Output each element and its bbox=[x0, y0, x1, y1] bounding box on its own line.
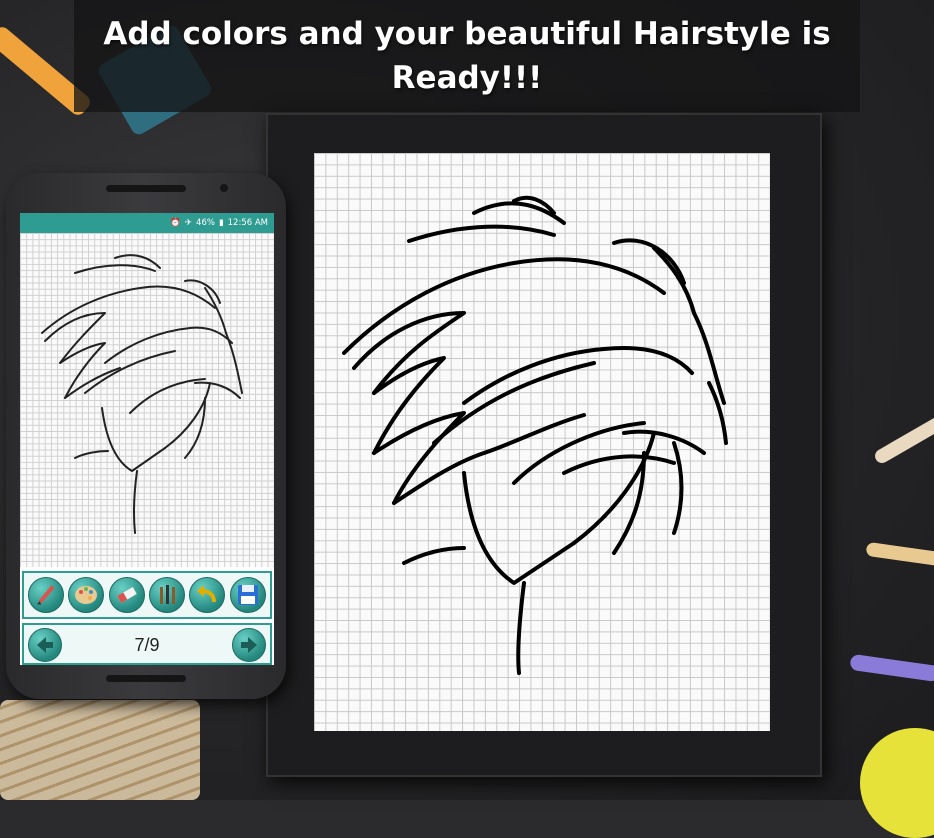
drawing-toolbar bbox=[22, 571, 272, 619]
status-time: 12:56 AM bbox=[227, 218, 268, 228]
hairstyle-drawing-small bbox=[41, 254, 243, 534]
palette-tool-button[interactable] bbox=[68, 577, 105, 613]
palette-icon bbox=[75, 586, 98, 604]
save-icon bbox=[237, 585, 258, 605]
phone-camera bbox=[220, 184, 228, 192]
decor-pencils-bottom bbox=[0, 700, 200, 800]
promo-header: Add colors and your beautiful Hairstyle … bbox=[74, 0, 860, 112]
pencil-icon bbox=[37, 585, 55, 605]
phone-screen: ⏰ ✈ 46% ▮ 12:56 AM 7/9 bbox=[20, 213, 274, 665]
save-tool-button[interactable] bbox=[229, 577, 266, 613]
status-bar: ⏰ ✈ 46% ▮ 12:56 AM bbox=[20, 213, 274, 233]
next-page-button[interactable] bbox=[232, 628, 266, 662]
undo-tool-button[interactable] bbox=[189, 577, 226, 613]
page-counter: 7/9 bbox=[134, 635, 160, 655]
eraser-tool-button[interactable] bbox=[108, 577, 145, 613]
previous-page-button[interactable] bbox=[28, 628, 62, 662]
brushes-tool-button[interactable] bbox=[149, 577, 186, 613]
alarm-icon: ⏰ bbox=[170, 218, 181, 228]
hairstyle-drawing-large bbox=[342, 195, 728, 675]
drawing-canvas[interactable] bbox=[20, 233, 274, 567]
picture-frame bbox=[266, 113, 822, 777]
eraser-icon bbox=[117, 587, 137, 603]
promo-title: Add colors and your beautiful Hairstyle … bbox=[103, 16, 831, 96]
phone-mockup: ⏰ ✈ 46% ▮ 12:56 AM 7/9 bbox=[6, 173, 286, 699]
arrow-right-icon bbox=[241, 637, 257, 653]
pencil-tool-button[interactable] bbox=[28, 577, 65, 613]
phone-bottom-speaker bbox=[106, 675, 186, 682]
airplane-icon: ✈ bbox=[184, 218, 193, 228]
grid-paper bbox=[314, 153, 770, 731]
page-navigation: 7/9 bbox=[22, 623, 272, 665]
phone-speaker bbox=[106, 185, 186, 192]
brushes-icon bbox=[160, 585, 176, 604]
battery-icon: ▮ bbox=[218, 218, 224, 228]
battery-percent: 46% bbox=[196, 218, 215, 228]
undo-icon bbox=[197, 585, 217, 603]
arrow-left-icon bbox=[37, 637, 53, 653]
